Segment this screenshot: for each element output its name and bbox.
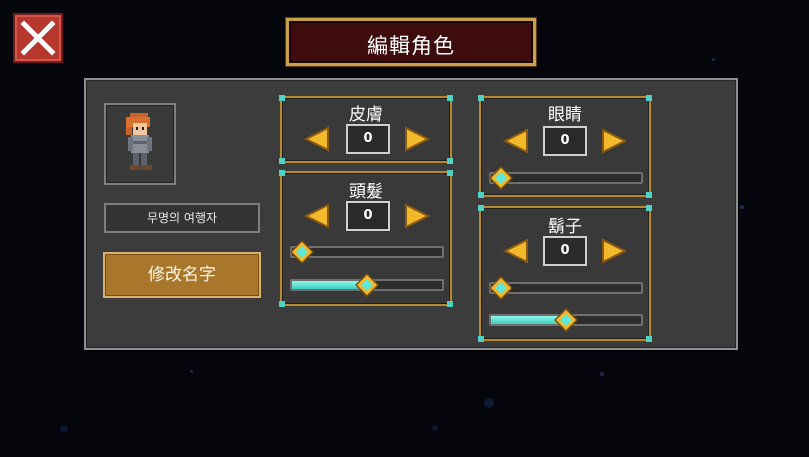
skin-value: 0 [346,124,390,154]
background-star [484,398,494,408]
close-x-icon [20,20,56,56]
beard-color-slider[interactable] [489,276,643,300]
slider-knob-icon[interactable] [290,240,314,264]
slider-knob-icon[interactable] [554,308,578,332]
hair-color-slider[interactable] [290,240,444,264]
page-title: 編輯角色 [367,34,455,58]
hair-card: 頭髮 0 [279,170,453,307]
beard-prev-arrow-icon[interactable] [503,238,529,264]
beard-next-arrow-icon[interactable] [601,238,627,264]
eyes-value: 0 [543,126,587,156]
beard-shade-slider[interactable] [489,308,643,332]
background-star [712,58,715,61]
background-star [60,425,68,433]
slider-knob-icon[interactable] [489,166,513,190]
beard-value: 0 [543,236,587,266]
background-star [740,205,744,209]
eyes-card: 眼睛 0 [478,95,652,198]
eyes-label: 眼睛 [548,105,582,125]
background-star [432,425,438,431]
skin-prev-arrow-icon[interactable] [304,126,330,152]
character-sprite-icon [126,113,152,170]
character-portrait [104,103,176,185]
slider-knob-icon[interactable] [355,273,379,297]
rename-button[interactable]: 修改名字 [103,252,261,298]
eyes-prev-arrow-icon[interactable] [503,128,529,154]
eyes-next-arrow-icon[interactable] [601,128,627,154]
hair-label: 頭髮 [349,182,383,202]
beard-card: 鬍子 0 [478,205,652,342]
skin-card: 皮膚 0 [279,95,453,164]
skin-label: 皮膚 [349,105,383,125]
background-star [190,370,193,373]
title-banner: 編輯角色 [286,18,536,66]
close-button[interactable] [13,13,63,63]
hair-value: 0 [346,201,390,231]
character-name-field: 무명의 여행자 [104,203,260,233]
skin-next-arrow-icon[interactable] [404,126,430,152]
background-star [600,372,604,376]
hair-next-arrow-icon[interactable] [404,203,430,229]
beard-label: 鬍子 [548,217,582,237]
slider-knob-icon[interactable] [489,276,513,300]
eyes-color-slider[interactable] [489,166,643,190]
hair-shade-slider[interactable] [290,273,444,297]
hair-prev-arrow-icon[interactable] [304,203,330,229]
